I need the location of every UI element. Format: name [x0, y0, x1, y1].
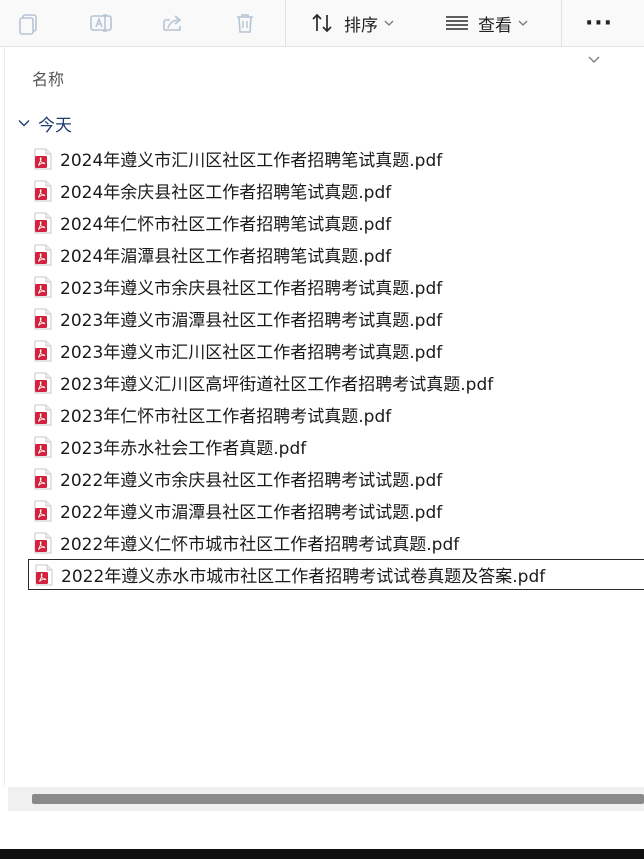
- file-name: 2023年赤水社会工作者真题.pdf: [60, 439, 307, 459]
- toolbar-separator: [561, 0, 562, 46]
- rename-icon: [90, 14, 112, 32]
- file-row[interactable]: 2023年遵义汇川区高坪街道社区工作者招聘考试真题.pdf: [28, 367, 644, 398]
- file-name: 2023年仁怀市社区工作者招聘考试真题.pdf: [60, 407, 392, 427]
- bottom-edge: [0, 849, 644, 859]
- copy-icon: [19, 14, 37, 35]
- pdf-file-icon: [34, 212, 52, 233]
- file-name: 2023年遵义市余庆县社区工作者招聘考试真题.pdf: [60, 279, 443, 299]
- horizontal-scrollbar-thumb[interactable]: [32, 794, 644, 804]
- file-name: 2024年余庆县社区工作者招聘笔试真题.pdf: [60, 183, 392, 203]
- sort-chevron-icon: [588, 56, 600, 63]
- file-row[interactable]: 2024年湄潭县社区工作者招聘笔试真题.pdf: [28, 239, 644, 270]
- file-name: 2022年遵义赤水市城市社区工作者招聘考试试卷真题及答案.pdf: [61, 567, 546, 587]
- command-bar: 排序 查看 ···: [0, 0, 644, 47]
- file-name: 2024年仁怀市社区工作者招聘笔试真题.pdf: [60, 215, 392, 235]
- file-row[interactable]: 2022年遵义赤水市城市社区工作者招聘考试试卷真题及答案.pdf: [28, 559, 644, 590]
- pdf-file-icon: [34, 500, 52, 521]
- pdf-file-icon: [34, 404, 52, 425]
- file-name: 2022年遵义市湄潭县社区工作者招聘考试试题.pdf: [60, 503, 443, 523]
- delete-button[interactable]: [232, 0, 258, 46]
- copy-button[interactable]: [16, 0, 42, 46]
- pdf-file-icon: [34, 372, 52, 393]
- file-row[interactable]: 2024年遵义市汇川区社区工作者招聘笔试真题.pdf: [28, 143, 644, 174]
- file-row[interactable]: 2024年余庆县社区工作者招聘笔试真题.pdf: [28, 175, 644, 206]
- share-icon: [163, 15, 182, 31]
- view-label: 查看: [478, 15, 512, 36]
- group-label: 今天: [38, 115, 72, 136]
- view-button[interactable]: 查看: [444, 0, 528, 46]
- file-row[interactable]: 2023年遵义市汇川区社区工作者招聘考试真题.pdf: [28, 335, 644, 366]
- pdf-file-icon: [34, 468, 52, 489]
- file-row[interactable]: 2024年仁怀市社区工作者招聘笔试真题.pdf: [28, 207, 644, 238]
- pdf-file-icon: [34, 340, 52, 361]
- trash-icon: [237, 14, 253, 33]
- sort-button[interactable]: 排序: [310, 0, 394, 46]
- file-row[interactable]: 2022年遵义市余庆县社区工作者招聘考试试题.pdf: [28, 463, 644, 494]
- sort-label: 排序: [344, 15, 378, 36]
- file-row[interactable]: 2023年遵义市湄潭县社区工作者招聘考试真题.pdf: [28, 303, 644, 334]
- sort-icon: [312, 13, 332, 33]
- chevron-down-icon: [18, 120, 30, 127]
- file-name: 2022年遵义仁怀市城市社区工作者招聘考试真题.pdf: [60, 535, 460, 555]
- more-options-button[interactable]: ···: [584, 0, 614, 46]
- pane-border: [4, 47, 5, 787]
- chevron-down-icon: [384, 20, 394, 26]
- pdf-file-icon: [34, 180, 52, 201]
- file-name: 2024年遵义市汇川区社区工作者招聘笔试真题.pdf: [60, 151, 443, 171]
- column-header-name[interactable]: 名称: [32, 66, 64, 90]
- pdf-file-icon: [34, 244, 52, 265]
- chevron-down-icon: [518, 20, 528, 26]
- file-name: 2023年遵义市汇川区社区工作者招聘考试真题.pdf: [60, 343, 443, 363]
- file-row[interactable]: 2022年遵义仁怀市城市社区工作者招聘考试真题.pdf: [28, 527, 644, 558]
- footer-area: [0, 811, 644, 849]
- view-list-icon: [446, 16, 468, 30]
- file-name: 2023年遵义汇川区高坪街道社区工作者招聘考试真题.pdf: [60, 375, 494, 395]
- file-name: 2022年遵义市余庆县社区工作者招聘考试试题.pdf: [60, 471, 443, 491]
- toolbar-separator: [285, 0, 286, 46]
- file-row[interactable]: 2023年仁怀市社区工作者招聘考试真题.pdf: [28, 399, 644, 430]
- file-name: 2023年遵义市湄潭县社区工作者招聘考试真题.pdf: [60, 311, 443, 331]
- rename-button[interactable]: [88, 0, 114, 46]
- pdf-file-icon: [34, 436, 52, 457]
- file-row[interactable]: 2022年遵义市湄潭县社区工作者招聘考试试题.pdf: [28, 495, 644, 526]
- share-button[interactable]: [160, 0, 186, 46]
- pdf-file-icon: [34, 148, 52, 169]
- pdf-file-icon: [34, 532, 52, 553]
- file-row[interactable]: 2023年遵义市余庆县社区工作者招聘考试真题.pdf: [28, 271, 644, 302]
- file-name: 2024年湄潭县社区工作者招聘笔试真题.pdf: [60, 247, 392, 267]
- pdf-file-icon: [34, 308, 52, 329]
- pdf-file-icon: [35, 564, 53, 585]
- group-header-today[interactable]: 今天: [18, 112, 72, 136]
- file-row[interactable]: 2023年赤水社会工作者真题.pdf: [28, 431, 644, 462]
- pdf-file-icon: [34, 276, 52, 297]
